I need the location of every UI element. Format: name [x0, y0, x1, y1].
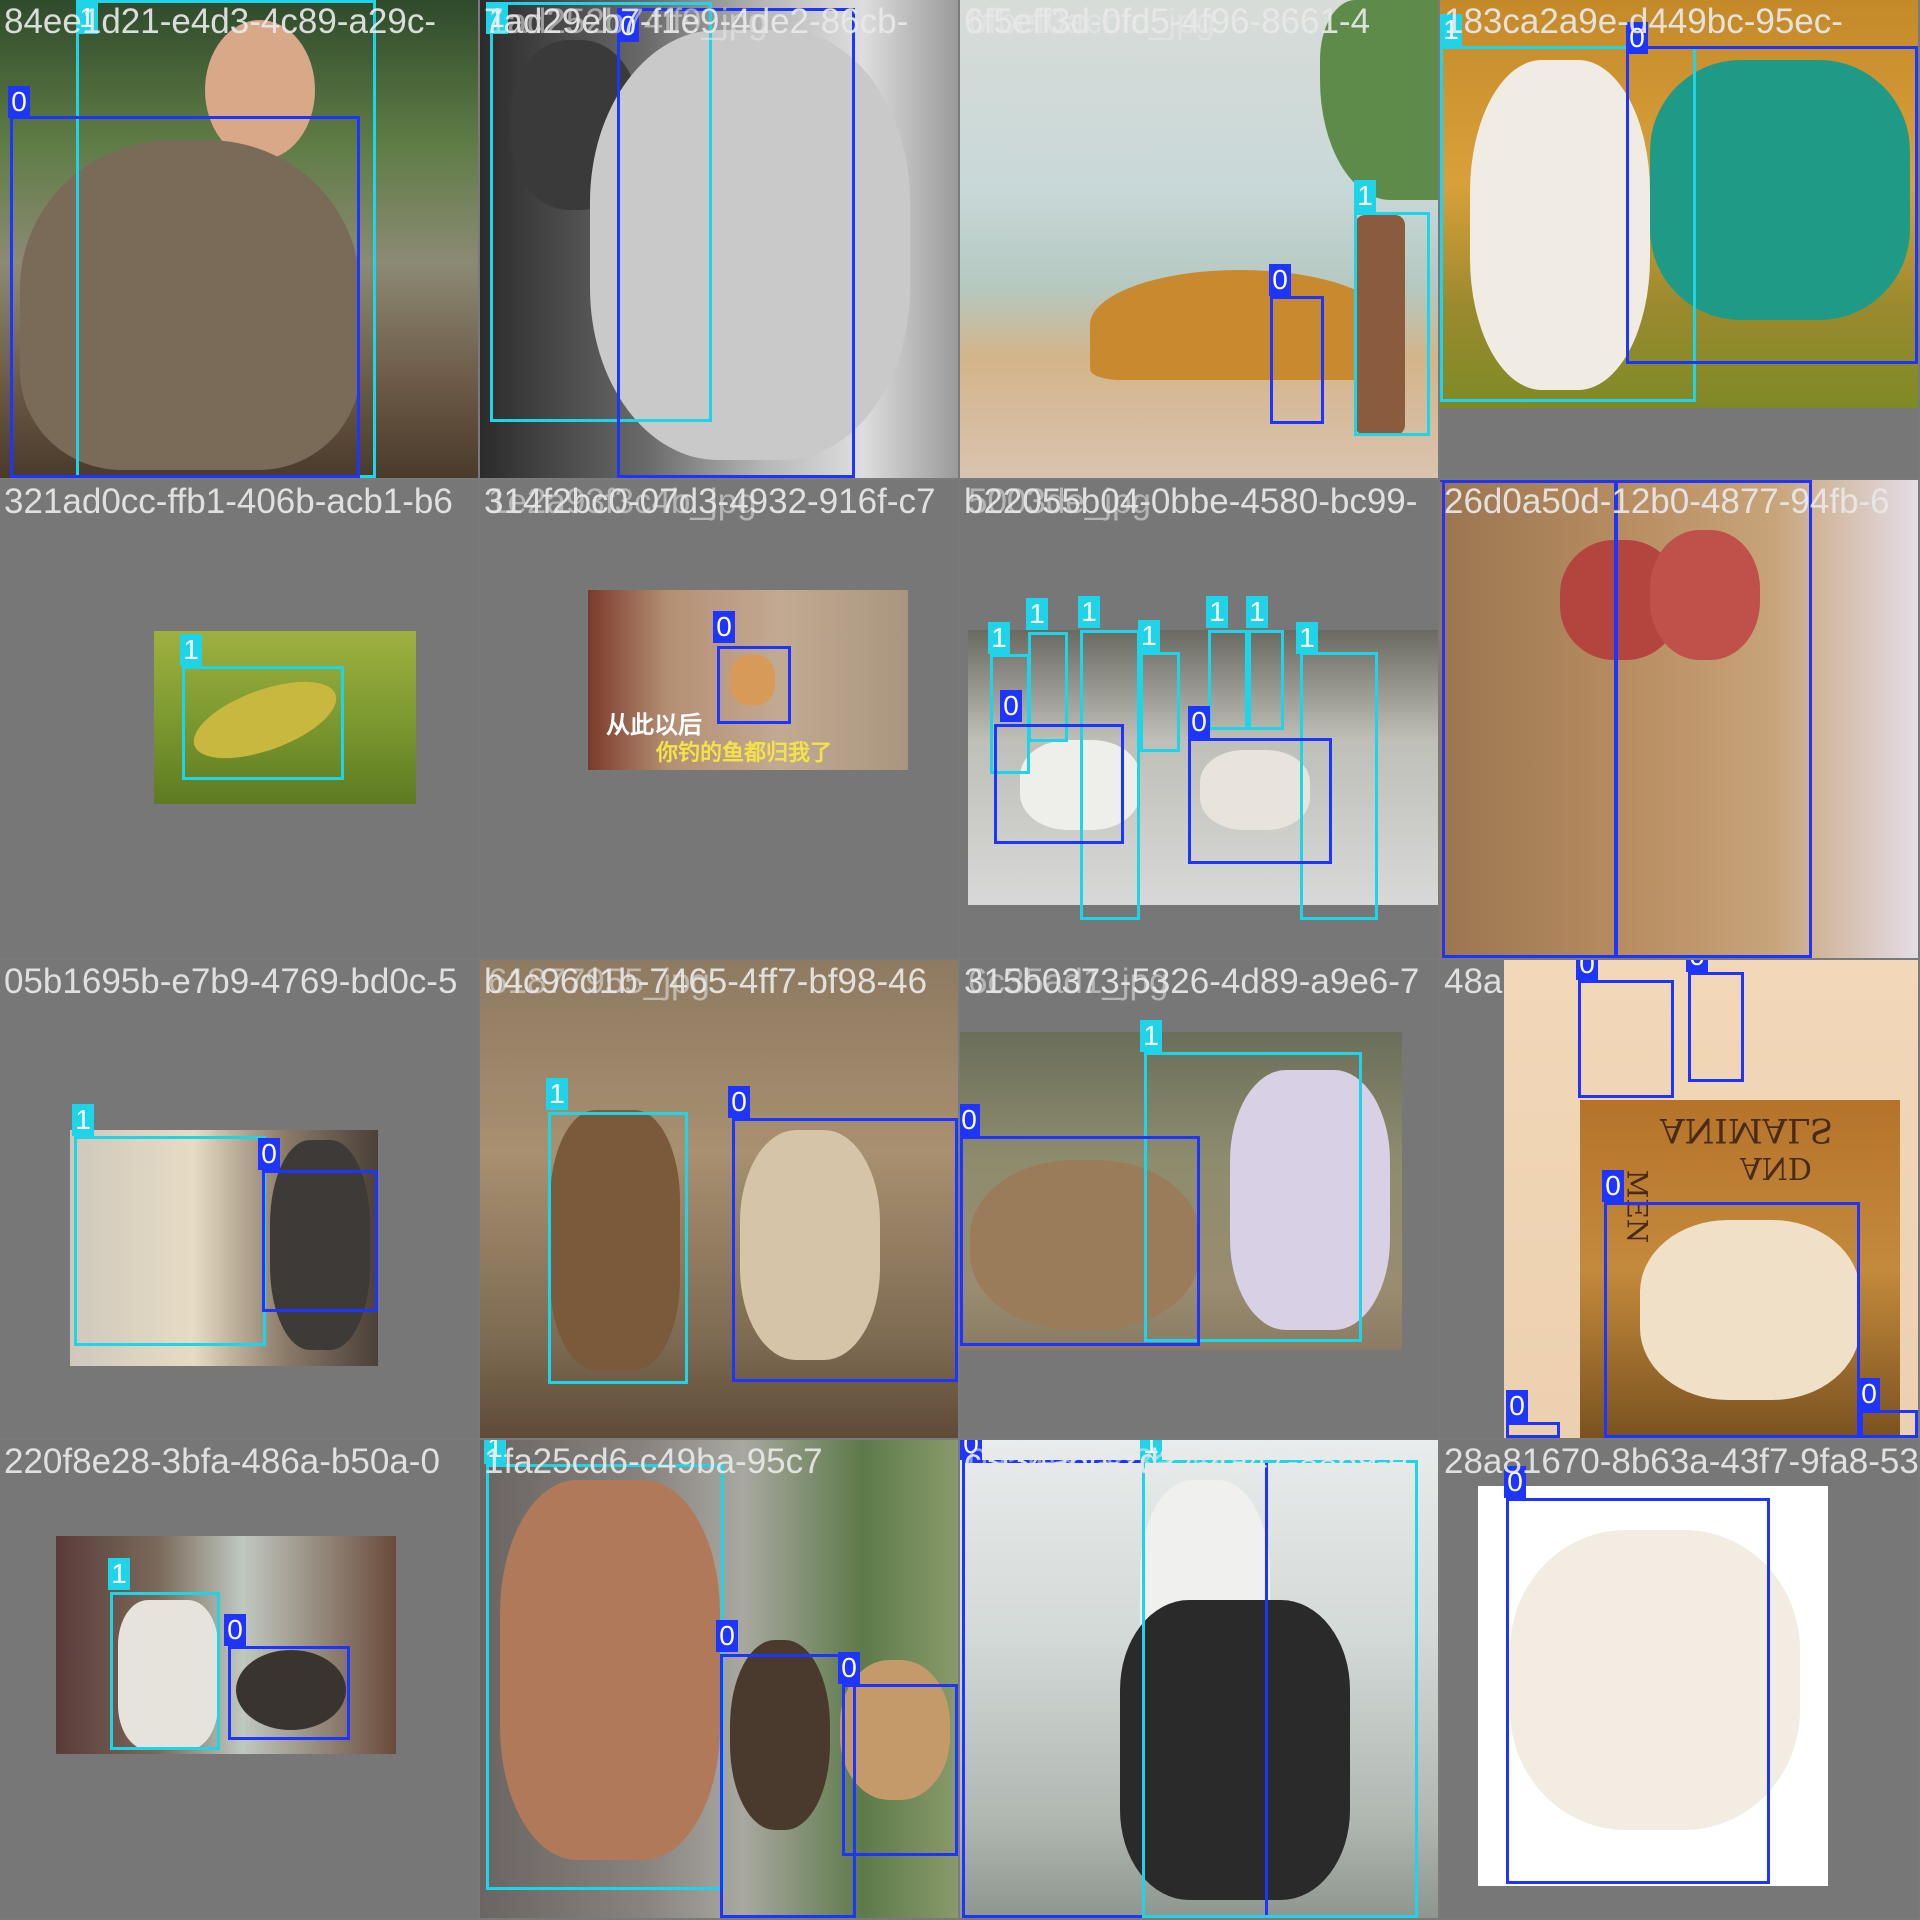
bbox-label: 1	[180, 634, 202, 666]
bbox-label: 1	[1138, 620, 1160, 652]
tile-horse: c3f34a6b-2d27-4a47-8869-e 0a5fe87a63a_jp…	[960, 1440, 1438, 1918]
bbox-label: 0	[224, 1614, 246, 1646]
bbox-label: 1	[988, 622, 1010, 654]
bbox-label: 1	[1296, 622, 1318, 654]
bbox-label: 1	[1246, 596, 1268, 628]
bbox-bird	[1578, 980, 1674, 1098]
bbox-dog	[1188, 738, 1332, 864]
bbox-animal	[10, 116, 360, 478]
bbox-label: 1	[1078, 596, 1100, 628]
tile-book: ANIMALS AND MEN 48a 0 0 0 0 0	[1440, 960, 1918, 1438]
bbox-capybara	[960, 1136, 1200, 1346]
bbox-label: 1	[1206, 596, 1228, 628]
bbox-label: 1	[108, 1558, 130, 1590]
bbox-goat	[1604, 1202, 1860, 1438]
bbox-cat	[262, 1170, 378, 1312]
bbox-person	[548, 1112, 688, 1384]
tile-husky: 183ca2a9e-d449bc-95ec- 1 0	[1440, 0, 1918, 478]
tile-filename-overlay: bfbef0acbfc_jpg	[968, 2, 1216, 41]
bbox-animal	[617, 8, 855, 478]
tile-filename: 84ee1d21-e4d3-4c89-a29c-	[4, 2, 436, 41]
bbox-monkey	[1614, 480, 1812, 958]
tile-filename: 1fa25cd6-c49ba-95c7	[484, 1442, 823, 1481]
bbox-label: 1	[1026, 598, 1048, 630]
bbox-cat	[717, 646, 791, 724]
tile-filename-overlay: 1ad252b74ff9_jpg	[488, 2, 768, 41]
bbox-animal	[1626, 46, 1918, 364]
tile-filename: 321ad0cc-ffb1-406b-acb1-b6	[4, 482, 453, 521]
tile-elderly-cat: 05b1695b-e7b9-4769-bd0c-5 1 0	[0, 960, 478, 1438]
bbox-person	[1248, 630, 1284, 730]
mosaic-grid: 84ee1d21-e4d3-4c89-a29c- 1 0 7ad29eb7-f1…	[0, 0, 1920, 1920]
tile-dogs-walk: b22055b04-0bbe-4580-bc99- 5003de_jpg 1 1…	[960, 480, 1438, 958]
bbox-porcupine	[228, 1646, 350, 1740]
bbox-label: 0	[1576, 960, 1598, 980]
bbox-person	[486, 1464, 724, 1890]
bbox-label: 0	[838, 1652, 860, 1684]
tile-filename: 48a	[1444, 962, 1503, 1001]
tile-boy-siamese: b4c96d1b-7465-4ff7-bf98-46 61877955_jpg …	[480, 960, 958, 1438]
bbox-person	[1208, 630, 1248, 730]
bbox-label: 0	[258, 1138, 280, 1170]
tile-porcupine: 220f8e28-3bfa-486a-b50a-0 1 0	[0, 1440, 478, 1918]
bbox-small	[1860, 1410, 1918, 1438]
bbox-label: 0	[1269, 264, 1291, 296]
tile-cat-pavement: 从此以后 你钓的鱼都归我了 314f2bc0-07d3-4932-916f-c7…	[480, 480, 958, 958]
tile-filename-overlay: 1e2a93f3c4b_jpg	[488, 482, 757, 521]
bbox-label: 0	[728, 1086, 750, 1118]
bbox-label: 0	[1858, 1378, 1880, 1410]
bbox-goat	[1506, 1498, 1770, 1884]
bbox-label: 0	[713, 611, 735, 643]
tile-filename-overlay: 5003de_jpg	[968, 482, 1151, 521]
tile-filename-overlay: 6c35ad1_jpg	[968, 962, 1169, 1001]
bbox-label: 0	[1602, 1170, 1624, 1202]
tile-goat: 28a81670-8b63a-43f7-9fa8-53 0	[1440, 1440, 1918, 1918]
tile-monkeys: 26d0a50d-12b0-4877-94fb-6 0 0	[1440, 480, 1918, 958]
bbox-dog	[994, 724, 1124, 844]
tile-filename-overlay: 0a5fe87a63a_jpg	[968, 1442, 1239, 1481]
bbox-label: 1	[546, 1078, 568, 1110]
bbox-person	[74, 1136, 266, 1346]
bbox-label: 0	[960, 1104, 980, 1136]
bbox-cat	[732, 1118, 958, 1382]
bbox-label: 0	[1188, 706, 1210, 738]
bbox-monkey	[1442, 480, 1618, 958]
bbox-dog	[1270, 296, 1324, 424]
bbox-label: 0	[1506, 1390, 1528, 1422]
bbox-person	[1354, 212, 1430, 436]
bbox-label: 0	[8, 86, 30, 118]
bbox-label: 1	[1140, 1020, 1162, 1052]
tile-filename: 05b1695b-e7b9-4769-bd0c-5	[4, 962, 458, 1001]
book-title-1: ANIMALS	[1660, 1110, 1833, 1150]
bbox-label: 0	[1000, 690, 1022, 722]
bbox-small	[1506, 1422, 1560, 1438]
bbox-label: 1	[1354, 180, 1376, 212]
tile-wombat: 84ee1d21-e4d3-4c89-a29c- 1 0	[0, 0, 478, 478]
bbox-snake	[182, 666, 344, 780]
bbox-chicken	[720, 1654, 856, 1918]
tile-lion: 7ad29eb7-f1e9-4de2-86cb- 1ad252b74ff9_jp…	[480, 0, 958, 478]
bushes	[1090, 270, 1390, 380]
tile-illustration: 6f5eff3d-0fd5-4f96-8661-4 bfbef0acbfc_jp…	[960, 0, 1438, 478]
bbox-person	[1140, 652, 1180, 752]
tile-filename: 28a81670-8b63a-43f7-9fa8-53	[1444, 1442, 1918, 1481]
bbox-bird	[1688, 972, 1744, 1082]
tile-chickens: 1fa25cd6-c49ba-95c7 1 0 0	[480, 1440, 958, 1918]
tile-filename: 183ca2a9e-d449bc-95ec-	[1444, 2, 1843, 41]
bbox-label: 1	[72, 1104, 94, 1136]
bbox-label: 0	[716, 1620, 738, 1652]
tile-filename: 220f8e28-3bfa-486a-b50a-0	[4, 1442, 440, 1481]
caption-line2: 你钓的鱼都归我了	[656, 741, 833, 766]
tile-filename: 26d0a50d-12b0-4877-94fb-6	[1444, 482, 1890, 521]
book-title-2: AND	[1740, 1150, 1812, 1185]
bbox-person	[1142, 1460, 1418, 1918]
bbox-person	[110, 1592, 220, 1750]
tile-snake: 321ad0cc-ffb1-406b-acb1-b6 1	[0, 480, 478, 958]
tile-capybara: 315b0373-5326-4d89-a9e6-7 6c35ad1_jpg 1 …	[960, 960, 1438, 1438]
bbox-chicken	[842, 1684, 958, 1856]
bbox-label: 0	[1686, 960, 1708, 972]
tile-filename-overlay: 61877955_jpg	[488, 962, 710, 1001]
